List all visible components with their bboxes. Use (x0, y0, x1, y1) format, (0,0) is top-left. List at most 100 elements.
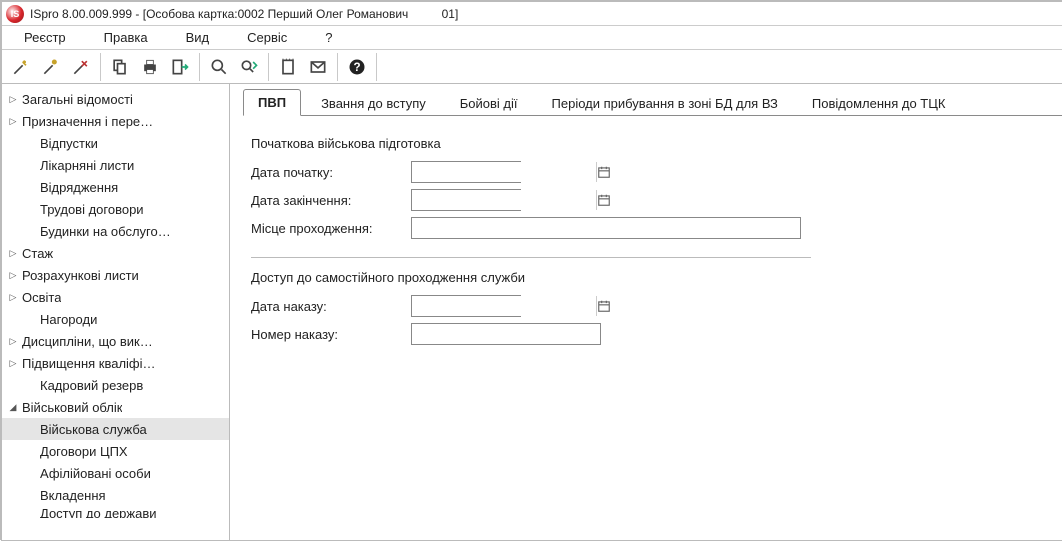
toolbar: ? (2, 50, 1062, 84)
menu-edit[interactable]: Правка (90, 26, 172, 49)
chevron-down-icon[interactable]: ◢ (8, 402, 18, 413)
tree-item-label: Підвищення кваліфі… (22, 356, 156, 371)
tree-item-label: Військовий облік (22, 400, 122, 415)
tree-item-label: Трудові договори (40, 202, 144, 217)
tree-item-label: Афілійовані особи (40, 466, 151, 481)
toolbar-separator (199, 53, 200, 81)
calendar-icon[interactable] (596, 190, 611, 210)
search-next-icon[interactable] (235, 53, 263, 81)
section2-title: Доступ до самостійного проходження служб… (251, 270, 1046, 285)
chevron-right-icon[interactable]: ▷ (8, 116, 18, 127)
tree-item-label: Кадровий резерв (40, 378, 143, 393)
order-num-input[interactable] (412, 324, 600, 344)
tree-item-label: Військова служба (40, 422, 147, 437)
toolbar-separator (337, 53, 338, 81)
section-divider (251, 257, 811, 258)
tree-item-label: Загальні відомості (22, 92, 133, 107)
menu-view[interactable]: Вид (172, 26, 234, 49)
tab[interactable]: Періоди прибування в зоні БД для ВЗ (538, 91, 792, 116)
tree-item-label: Доступ до держави (40, 506, 157, 518)
calendar-icon[interactable] (596, 296, 611, 316)
tree-item-label: Освіта (22, 290, 61, 305)
export-icon[interactable] (166, 53, 194, 81)
tree-item[interactable]: Договори ЦПХ (2, 440, 229, 462)
tree-item[interactable]: ◢ Військовий облік (2, 396, 229, 418)
tree-item[interactable]: ▷ Загальні відомості (2, 88, 229, 110)
tree-item[interactable]: Будинки на обслуго… (2, 220, 229, 242)
section1-title: Початкова військова підготовка (251, 136, 1046, 151)
tree-item[interactable]: ▷ Дисципліни, що вик… (2, 330, 229, 352)
form-pvp: Початкова військова підготовка Дата поча… (235, 116, 1062, 365)
toolbar-separator (376, 53, 377, 81)
order-date-input[interactable] (412, 296, 596, 316)
tree-item[interactable]: ▷Стаж (2, 242, 229, 264)
tab[interactable]: Звання до вступу (307, 91, 440, 116)
tree-item[interactable]: Відпустки (2, 132, 229, 154)
place-input[interactable] (412, 218, 800, 238)
sidebar: ▷Загальні відомості▷Призначення і пере…В… (2, 84, 230, 540)
place-label: Місце проходження: (251, 221, 411, 236)
menu-registry[interactable]: Реєстр (10, 26, 90, 49)
content-pane: ПВПЗвання до вступуБойові діїПеріоди при… (235, 84, 1062, 540)
end-date-field[interactable] (411, 189, 521, 211)
calendar-icon[interactable] (596, 162, 611, 182)
tree-item[interactable]: Кадровий резерв (2, 374, 229, 396)
tab[interactable]: ПВП (243, 89, 301, 116)
tree-item[interactable]: Нагороди (2, 308, 229, 330)
chevron-right-icon[interactable]: ▷ (8, 292, 18, 303)
chevron-right-icon[interactable]: ▷ (8, 336, 18, 347)
menu-service[interactable]: Сервіс (233, 26, 311, 49)
tree-item[interactable]: ▷ Освіта (2, 286, 229, 308)
start-date-input[interactable] (412, 162, 596, 182)
copy-icon[interactable] (106, 53, 134, 81)
place-field[interactable] (411, 217, 801, 239)
tree-item[interactable]: Лікарняні листи (2, 154, 229, 176)
tree-item-label: Лікарняні листи (40, 158, 134, 173)
tab[interactable]: Повідомлення до ТЦК (798, 91, 960, 116)
toolbar-separator (268, 53, 269, 81)
start-date-label: Дата початку: (251, 165, 411, 180)
tree-item-label: Дисципліни, що вик… (22, 334, 153, 349)
order-date-label: Дата наказу: (251, 299, 411, 314)
end-date-input[interactable] (412, 190, 596, 210)
tab[interactable]: Бойові дії (446, 91, 532, 116)
tree-item[interactable]: Вкладення (2, 484, 229, 506)
app-logo-icon: IS (6, 5, 24, 23)
chevron-right-icon[interactable]: ▷ (8, 94, 18, 105)
chevron-right-icon[interactable]: ▷ (8, 270, 18, 281)
order-date-field[interactable] (411, 295, 521, 317)
help-icon[interactable]: ? (343, 53, 371, 81)
print-icon[interactable] (136, 53, 164, 81)
search-icon[interactable] (205, 53, 233, 81)
tree-item[interactable]: Афілійовані особи (2, 462, 229, 484)
start-date-field[interactable] (411, 161, 521, 183)
tree-item-label: Нагороди (40, 312, 97, 327)
tree-item[interactable]: Доступ до держави (2, 506, 229, 518)
tree-item-label: Договори ЦПХ (40, 444, 128, 459)
order-num-field[interactable] (411, 323, 601, 345)
tree-item[interactable]: Трудові договори (2, 198, 229, 220)
wand-edit-icon[interactable] (37, 53, 65, 81)
toolbar-separator (100, 53, 101, 81)
note-icon[interactable] (274, 53, 302, 81)
tree-item[interactable]: ▷Призначення і пере… (2, 110, 229, 132)
mail-icon[interactable] (304, 53, 332, 81)
menu-bar: Реєстр Правка Вид Сервіс ? (2, 26, 1062, 50)
tree-item[interactable]: Військова служба (2, 418, 229, 440)
title-bar: IS ISpro 8.00.009.999 - [Особова картка:… (2, 2, 1062, 26)
wand-new-icon[interactable] (7, 53, 35, 81)
wand-delete-icon[interactable] (67, 53, 95, 81)
menu-help[interactable]: ? (311, 26, 356, 49)
tree-item-label: Будинки на обслуго… (40, 224, 171, 239)
tree-item[interactable]: Відрядження (2, 176, 229, 198)
svg-text:?: ? (353, 61, 360, 74)
order-num-label: Номер наказу: (251, 327, 411, 342)
chevron-right-icon[interactable]: ▷ (8, 358, 18, 369)
nav-tree: ▷Загальні відомості▷Призначення і пере…В… (2, 88, 229, 518)
tree-item[interactable]: ▷Розрахункові листи (2, 264, 229, 286)
tree-item-label: Вкладення (40, 488, 106, 503)
end-date-label: Дата закінчення: (251, 193, 411, 208)
tree-item-label: Відрядження (40, 180, 118, 195)
tree-item[interactable]: ▷ Підвищення кваліфі… (2, 352, 229, 374)
chevron-right-icon[interactable]: ▷ (8, 248, 18, 259)
